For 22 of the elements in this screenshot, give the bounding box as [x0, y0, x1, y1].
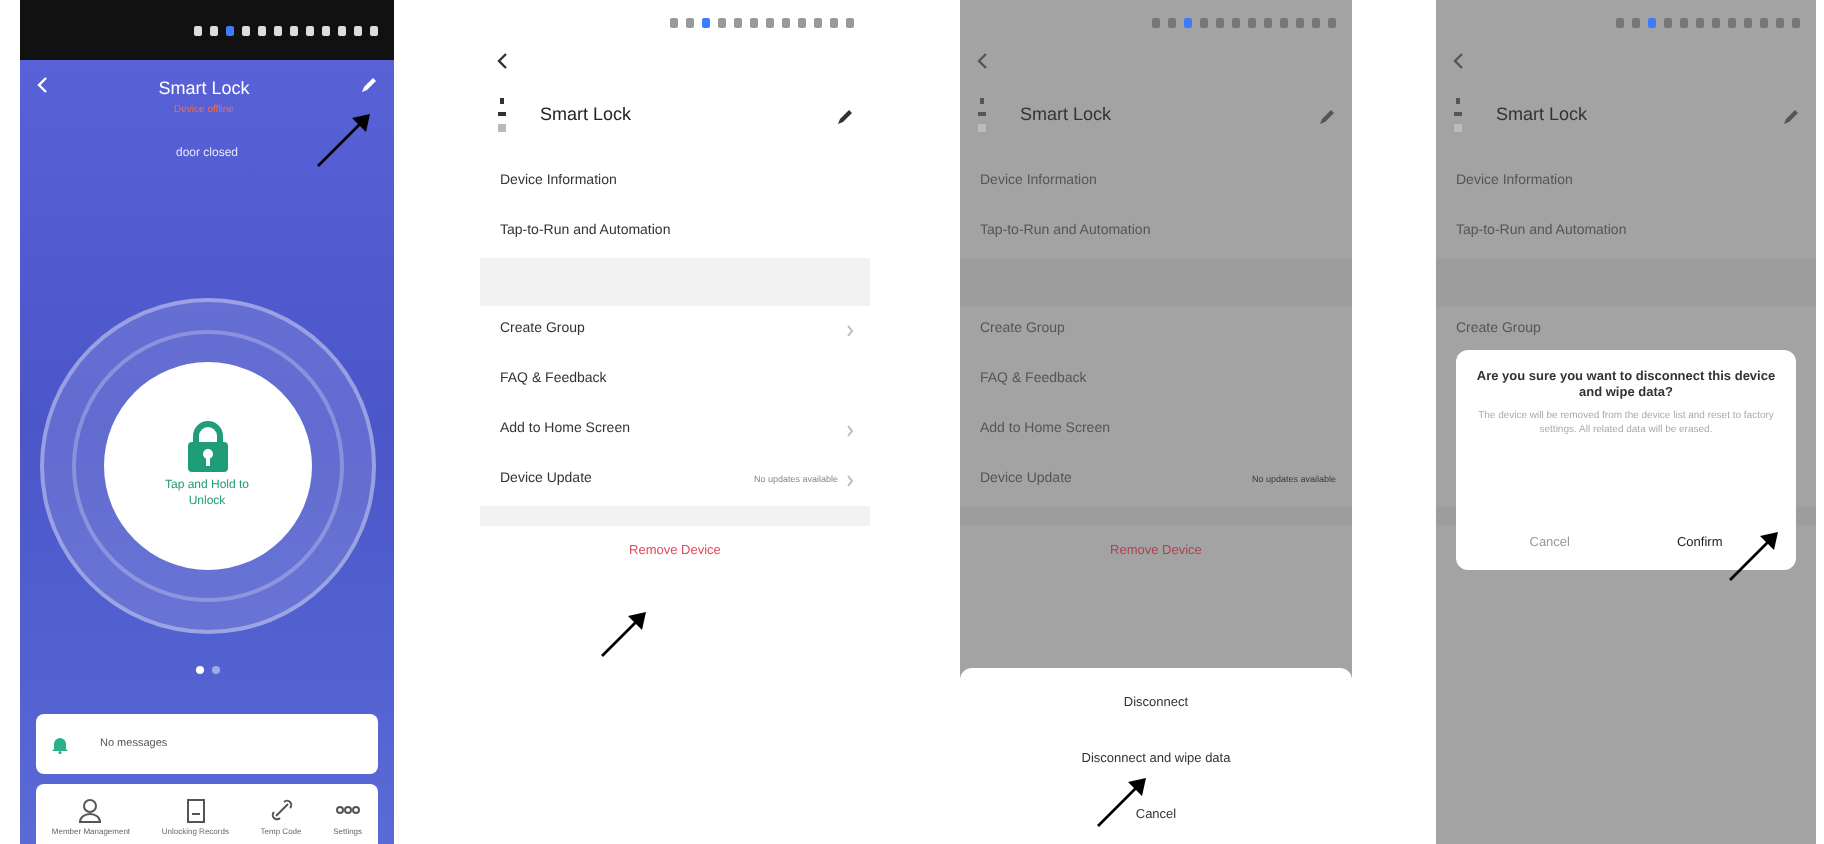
screen-title: Smart Lock	[158, 76, 250, 102]
device-name: Smart Lock	[1020, 102, 1114, 129]
device-name: Smart Lock	[540, 102, 634, 129]
chevron-icon	[846, 424, 854, 438]
arrow-icon	[600, 610, 648, 658]
device-icon	[496, 98, 508, 134]
edit-icon[interactable]	[836, 107, 854, 125]
chevron-icon	[846, 324, 854, 338]
arrow-icon	[316, 112, 372, 168]
device-icon	[1452, 98, 1464, 134]
back-icon[interactable]	[496, 52, 508, 70]
page-indicator-dot[interactable]	[195, 666, 203, 674]
link-icon	[269, 797, 294, 823]
padlock-icon	[185, 420, 229, 473]
page-indicator-dot[interactable]	[211, 666, 219, 674]
device-name: Smart Lock	[1496, 102, 1590, 129]
document-icon	[183, 797, 208, 823]
chevron-icon	[846, 474, 854, 488]
arrow-icon	[1728, 530, 1780, 582]
bell-icon	[52, 735, 68, 753]
person-icon	[78, 797, 103, 823]
device-icon	[976, 98, 988, 134]
